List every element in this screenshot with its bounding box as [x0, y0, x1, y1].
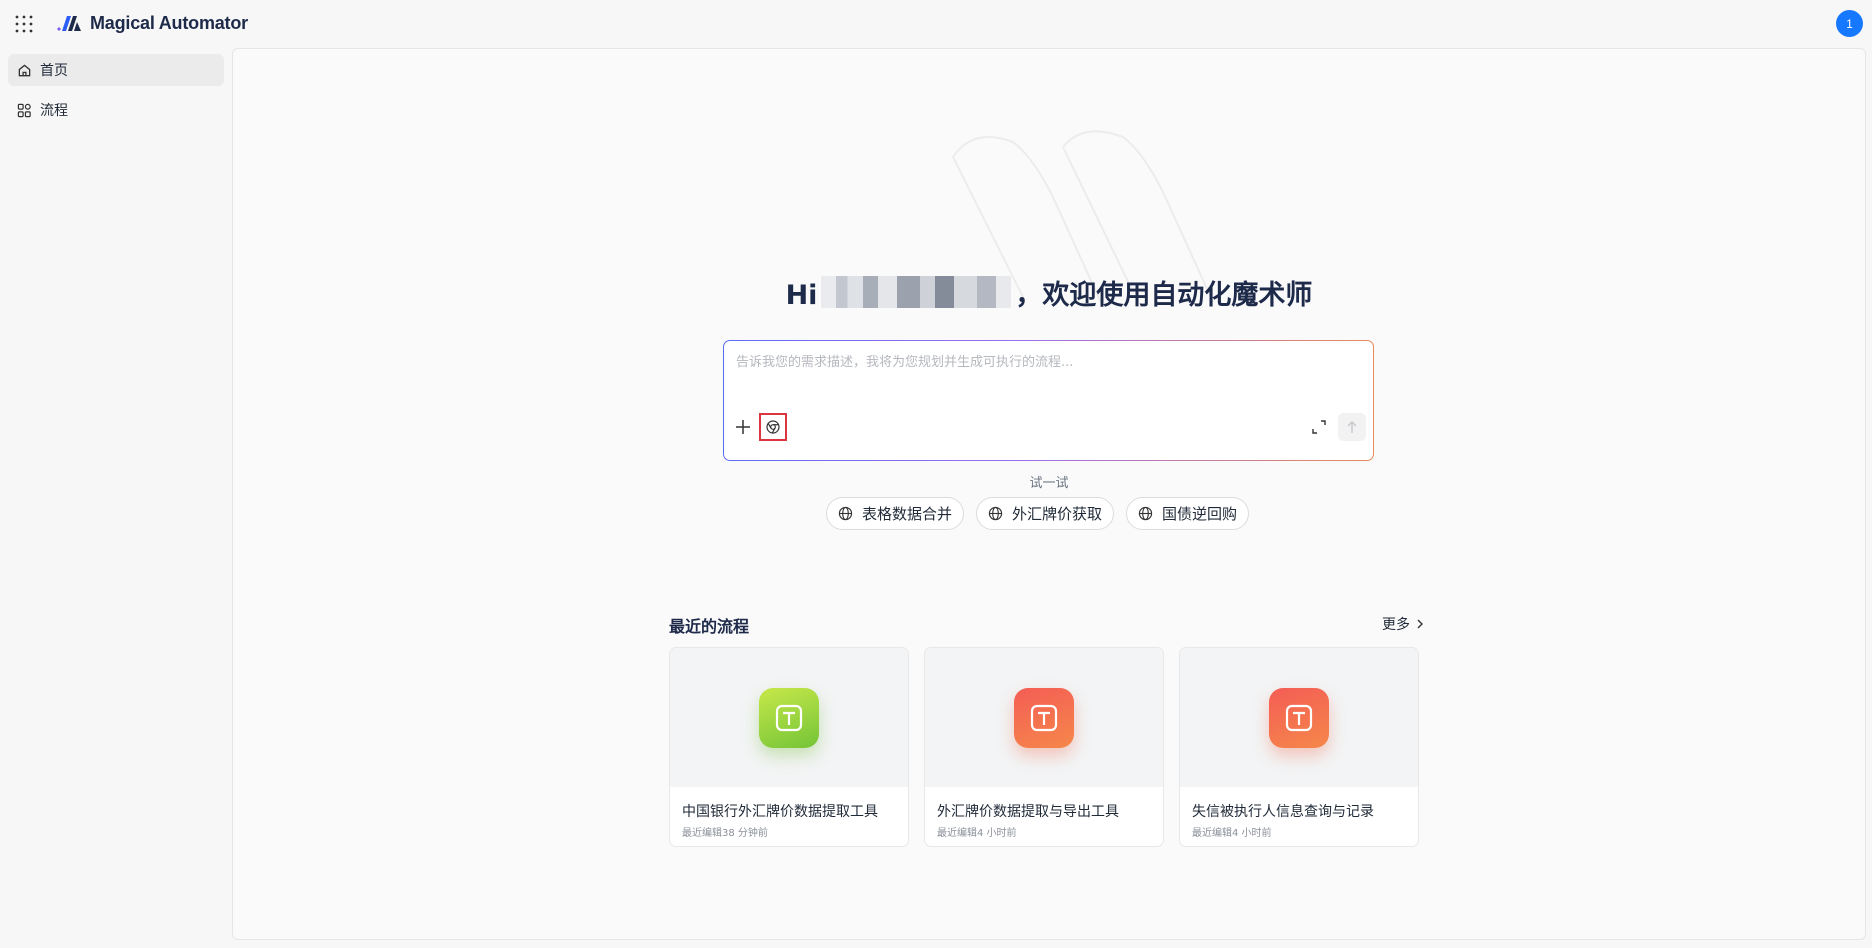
- text-tool-icon: [1014, 687, 1074, 748]
- suggestion-chips: 表格数据合并 外汇牌价获取 国债逆回购: [826, 497, 1250, 530]
- globe-icon: [988, 506, 1003, 521]
- sidebar-item-label: 流程: [40, 103, 68, 119]
- chip-label: 外汇牌价获取: [1012, 505, 1103, 523]
- send-button[interactable]: [1338, 413, 1366, 441]
- sidebar-item-home[interactable]: 首页: [8, 54, 224, 86]
- suggestion-chip[interactable]: 外汇牌价获取: [976, 497, 1115, 530]
- browser-button[interactable]: [759, 413, 787, 441]
- welcome-heading: Hi ，欢迎使用自动化魔术师: [233, 273, 1865, 312]
- apps-grid-icon[interactable]: [15, 15, 33, 33]
- flow-card-time: 最近编辑4 小时前: [937, 828, 1017, 839]
- arrow-up-icon: [1347, 421, 1357, 433]
- flow-card[interactable]: 失信被执行人信息查询与记录 最近编辑4 小时前: [1179, 647, 1419, 847]
- sidebar-item-label: 首页: [40, 63, 68, 79]
- suggestion-chip[interactable]: 表格数据合并: [826, 497, 965, 530]
- watermark-logo-icon: [952, 130, 1214, 308]
- globe-icon: [1138, 506, 1153, 521]
- flow-card-cover: [670, 648, 908, 787]
- chip-label: 表格数据合并: [862, 505, 953, 523]
- app-logo[interactable]: Magical Automator: [56, 12, 248, 34]
- try-label: 试一试: [1029, 476, 1069, 491]
- recent-flows-list: 中国银行外汇牌价数据提取工具 最近编辑38 分钟前 外汇牌价数据提取与导出工具 …: [669, 647, 1419, 847]
- more-label: 更多: [1382, 617, 1410, 633]
- flow-card[interactable]: 外汇牌价数据提取与导出工具 最近编辑4 小时前: [924, 647, 1164, 847]
- flow-card-name: 失信被执行人信息查询与记录: [1192, 804, 1374, 820]
- more-link[interactable]: 更多: [1382, 614, 1426, 634]
- home-icon: [18, 63, 31, 76]
- top-bar: Magical Automator 1: [0, 0, 1872, 48]
- flow-card-time: 最近编辑4 小时前: [1192, 828, 1272, 839]
- text-tool-icon: [759, 687, 819, 748]
- greeting-prefix: Hi: [785, 280, 818, 311]
- flow-card-cover: [925, 648, 1163, 787]
- grid-icon: [17, 103, 31, 117]
- sidebar-item-flows[interactable]: 流程: [8, 94, 224, 126]
- chip-label: 国债逆回购: [1162, 505, 1238, 523]
- flow-card-cover: [1180, 648, 1418, 787]
- flow-card-name: 外汇牌价数据提取与导出工具: [937, 804, 1119, 820]
- prompt-input[interactable]: [736, 351, 1356, 401]
- prompt-box: [723, 340, 1374, 461]
- expand-icon[interactable]: [1311, 419, 1327, 435]
- logo-mark-icon: [57, 16, 81, 31]
- suggestion-chip[interactable]: 国债逆回购: [1126, 497, 1250, 530]
- app-title: Magical Automator: [90, 12, 248, 33]
- globe-icon: [838, 506, 853, 521]
- add-attachment-button[interactable]: [734, 418, 752, 436]
- greeting-suffix: ，欢迎使用自动化魔术师: [1015, 280, 1313, 311]
- flow-card-name: 中国银行外汇牌价数据提取工具: [682, 804, 878, 820]
- text-tool-icon: [1269, 687, 1329, 748]
- sidebar: 首页 流程: [8, 54, 224, 134]
- main-panel: Hi ，欢迎使用自动化魔术师 试一试: [232, 48, 1866, 940]
- user-avatar[interactable]: 1: [1836, 10, 1863, 37]
- chrome-icon: [766, 420, 780, 434]
- recent-flows-title: 最近的流程: [669, 617, 750, 636]
- blurred-username: [821, 276, 1012, 308]
- chevron-right-icon: [1417, 619, 1423, 629]
- flow-card[interactable]: 中国银行外汇牌价数据提取工具 最近编辑38 分钟前: [669, 647, 909, 847]
- flow-card-time: 最近编辑38 分钟前: [682, 828, 768, 839]
